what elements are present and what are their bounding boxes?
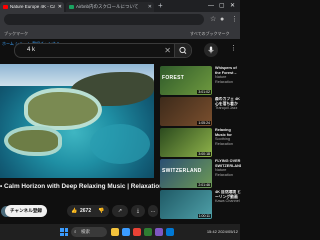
tab-title: Nature Europe 4K - Calm Horizon with Dee… — [10, 4, 55, 9]
browser-tabstrip: Nature Europe 4K - Calm Horizon with Dee… — [0, 0, 240, 12]
app-icon[interactable] — [155, 228, 163, 236]
youtube-favicon-icon — [3, 5, 8, 9]
tab-title: Airbnb内のスクロールについて — [76, 4, 139, 9]
recommendation-card[interactable]: 1:05:24 森のカフェ 4K 心を落ち着かせる Tranquil Jazz — [160, 97, 240, 127]
bookmark-item[interactable]: ブックマーク — [4, 28, 28, 39]
close-window-button[interactable]: ✕ — [230, 0, 235, 12]
download-button[interactable]: ⤓ — [131, 205, 145, 217]
browser-menu-icon[interactable]: ⋮ — [231, 13, 238, 27]
mail-icon[interactable] — [166, 228, 174, 236]
recommendation-channel: Nature Relaxation — [215, 168, 233, 177]
voice-search-button[interactable] — [204, 43, 218, 57]
profile-icon[interactable]: ● — [220, 13, 224, 27]
share-button[interactable]: ↗ — [112, 205, 128, 217]
clock-date: 2024/05/12 — [217, 229, 238, 234]
duration-badge: 2:01:46 — [197, 183, 211, 187]
all-bookmarks[interactable]: すべてのブックマーク — [190, 28, 230, 39]
like-dislike-group: 👍 2672 👎 — [67, 205, 109, 217]
recommendation-card[interactable]: SWITZERLAND 2:01:46 FLYING OVER SWITZERL… — [160, 159, 241, 189]
browser-toolbar: ☆ ● ⋮ — [0, 12, 240, 28]
search-icon: ⌕ — [74, 229, 77, 234]
tab-airbnb[interactable]: Airbnb内のスクロールについて ✕ — [66, 2, 154, 12]
recommendation-channel: Tranquil Jazz — [215, 106, 238, 111]
file-explorer-icon[interactable] — [111, 228, 119, 236]
search-icon — [179, 46, 187, 54]
video-thumbnail[interactable]: 1:00:11 — [160, 190, 212, 219]
minimize-button[interactable]: — — [208, 0, 214, 12]
like-icon[interactable]: 👍 — [71, 205, 77, 217]
windows-taskbar: ⌕ 検索 15:42 2024/05/12 — [0, 224, 240, 240]
taskbar-search[interactable]: ⌕ 検索 — [71, 227, 107, 237]
recommendations-sidebar: FOREST 3:01:02 Whispers of the Forest – … — [160, 64, 241, 224]
thumbnail-label: SWITZERLAND — [162, 168, 202, 174]
recommendation-card[interactable]: FOREST 3:01:02 Whispers of the Forest – … — [160, 66, 240, 96]
maximize-button[interactable]: ▢ — [219, 0, 225, 12]
recommendation-title[interactable]: 森のカフェ 4K 心を落ち着かせる — [215, 97, 241, 106]
recommendation-card[interactable]: 1:00:11 4K 自然環境 ヒーリング動画 Kawa Channel — [160, 190, 241, 220]
clear-search-icon[interactable]: ✕ — [164, 44, 171, 57]
duration-badge: 1:00:11 — [197, 214, 211, 218]
windows-start-icon[interactable] — [60, 228, 68, 236]
search-input[interactable]: 4 k — [27, 44, 35, 57]
recommendation-channel: Kawa Channel — [215, 199, 240, 204]
more-options-icon[interactable]: ⋮ — [230, 44, 237, 52]
search-button[interactable] — [174, 44, 191, 57]
microphone-icon — [208, 46, 214, 54]
recommendation-title[interactable]: 4K 自然環境 ヒーリング動画 — [215, 190, 241, 199]
subscribe-button[interactable]: チャンネル登録 — [5, 205, 48, 217]
tab-youtube[interactable]: Nature Europe 4K - Calm Horizon with Dee… — [0, 2, 64, 12]
video-title: • Calm Horizon with Deep Relaxing Music … — [0, 183, 160, 190]
video-thumbnail[interactable]: 1:05:24 — [160, 97, 212, 126]
duration-badge: 3:01:02 — [197, 90, 211, 94]
clock-time: 15:42 — [206, 229, 217, 234]
video-thumbnail[interactable]: SWITZERLAND 2:01:46 — [160, 159, 212, 188]
extensions-icon[interactable]: ☆ — [210, 13, 216, 27]
taskbar-search-label: 検索 — [81, 229, 90, 234]
thumbnail-label: FOREST — [162, 75, 185, 81]
dislike-icon[interactable]: 👎 — [98, 205, 104, 217]
recommendation-title[interactable]: Whispers of the Forest – 4K Nature Sound… — [215, 66, 241, 75]
like-count: 2672 — [80, 208, 92, 214]
video-thumbnail[interactable]: FOREST 3:01:02 — [160, 66, 212, 95]
duration-badge: 1:05:24 — [197, 121, 211, 125]
chrome-icon[interactable] — [133, 228, 141, 236]
system-clock[interactable]: 15:42 2024/05/12 — [207, 224, 238, 240]
store-icon[interactable] — [144, 228, 152, 236]
address-bar[interactable] — [4, 14, 204, 25]
recommendation-card[interactable]: 3:00:18 Relaxing Music for Stress Relief… — [160, 128, 240, 158]
more-actions-button[interactable]: … — [148, 205, 158, 217]
close-tab-icon[interactable]: ✕ — [148, 2, 152, 12]
tab-favicon-icon — [69, 5, 74, 9]
video-player[interactable] — [0, 64, 154, 178]
recommendation-channel: Soothing Relaxation — [215, 137, 233, 146]
bookmarks-bar: ブックマーク すべてのブックマーク — [0, 28, 240, 39]
duration-badge: 3:00:18 — [197, 152, 211, 156]
recommendation-title[interactable]: Relaxing Music for Stress Relief Anxiety — [215, 128, 241, 137]
edge-icon[interactable] — [122, 228, 130, 236]
recommendation-title[interactable]: FLYING OVER SWITZERLAND (4K UHD) — [215, 159, 241, 168]
new-tab-button[interactable]: + — [158, 1, 163, 10]
close-tab-icon[interactable]: ✕ — [58, 2, 62, 12]
video-thumbnail[interactable]: 3:00:18 — [160, 128, 212, 157]
search-box[interactable]: 4 k ✕ — [14, 43, 192, 58]
recommendation-channel: Nature Relaxation — [215, 75, 233, 84]
